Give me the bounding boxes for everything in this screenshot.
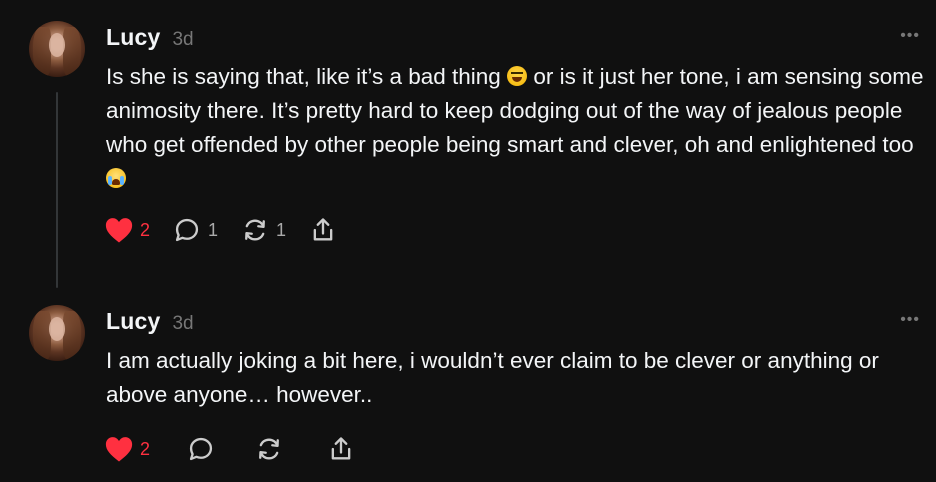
reply-button[interactable] (186, 435, 216, 463)
like-count: 2 (140, 438, 151, 459)
comment-icon (189, 437, 213, 461)
post-text-part-a: Is she is saying that, like it’s a bad t… (106, 64, 501, 89)
avatar[interactable] (29, 21, 85, 77)
repost-button[interactable] (254, 435, 284, 463)
laughing-emoji-icon (507, 66, 528, 86)
post-text: I am actually joking a bit here, i would… (106, 348, 879, 407)
timestamp: 3d (172, 29, 194, 50)
like-count: 2 (140, 219, 151, 240)
username[interactable]: Lucy (106, 308, 160, 335)
like-button[interactable]: 2 (104, 216, 150, 244)
post-text: Is she is saying that, like it’s a bad t… (106, 60, 926, 196)
repost-icon (245, 219, 265, 241)
more-icon[interactable]: ••• (900, 311, 920, 329)
thread-line (56, 92, 58, 288)
like-button[interactable]: 2 (104, 435, 150, 463)
reply-count: 1 (208, 219, 219, 240)
action-bar: 2 (104, 432, 378, 466)
share-button[interactable] (308, 216, 338, 244)
share-button[interactable] (326, 435, 356, 463)
share-icon (313, 218, 333, 241)
repost-button[interactable]: 1 (240, 216, 286, 244)
username[interactable]: Lucy (106, 24, 160, 51)
reply-button[interactable]: 1 (172, 216, 218, 244)
avatar[interactable] (29, 305, 85, 361)
post-header: Lucy 3d (106, 308, 194, 335)
share-icon (331, 437, 351, 460)
repost-icon (259, 438, 279, 460)
heart-icon (105, 218, 133, 243)
heart-icon (105, 437, 133, 462)
post-header: Lucy 3d (106, 24, 194, 51)
more-icon[interactable]: ••• (900, 27, 920, 45)
repost-count: 1 (276, 219, 287, 240)
comment-icon (175, 218, 199, 242)
action-bar: 2 1 1 (104, 213, 360, 247)
crying-emoji-icon (106, 168, 126, 188)
timestamp: 3d (172, 313, 194, 334)
